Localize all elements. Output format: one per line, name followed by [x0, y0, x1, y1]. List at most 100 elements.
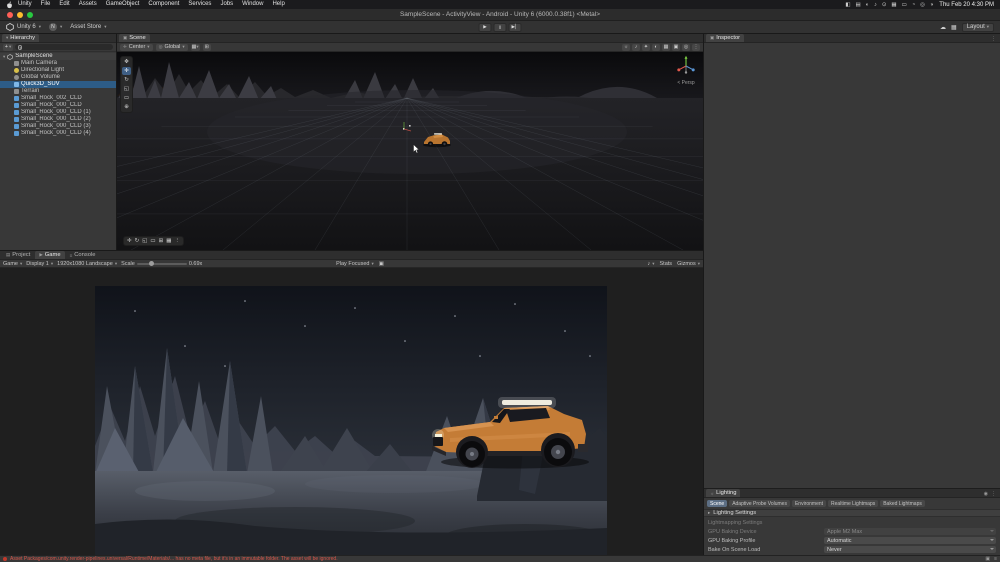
scale-slider[interactable] [137, 263, 187, 265]
rect-tool-icon[interactable]: ▭ [122, 94, 131, 102]
cloud-services-icon[interactable]: ☁ [940, 24, 946, 31]
hierarchy-item[interactable]: Small_Rock_000_CLD (3) [0, 123, 116, 130]
display-icon[interactable]: ▦ [891, 2, 896, 8]
hierarchy-item[interactable]: Small_Rock_000_CLD [0, 102, 116, 109]
scene-viewport[interactable]: ✥✛↻◱▭⊕ ✛↻◱▭⊞▦⋮ [117, 52, 703, 250]
layout-dropdown[interactable]: Layout ▾ [962, 23, 994, 32]
zoom-window-button[interactable] [27, 12, 33, 18]
hierarchy-item[interactable]: Directional Light [0, 67, 116, 74]
hierarchy-item[interactable]: Small_Rock_002_CLD [0, 95, 116, 102]
hierarchy-item[interactable]: Quick3D_SUV [0, 81, 116, 88]
property-value-dropdown[interactable]: Never [824, 546, 996, 553]
minimize-window-button[interactable] [17, 12, 23, 18]
scale-slider-knob[interactable] [149, 261, 154, 266]
tool-handle-position-dropdown[interactable]: ✛ Center ▾ [120, 44, 153, 51]
tab-project[interactable]: ▤ Project [2, 251, 34, 259]
hierarchy-item[interactable]: Small_Rock_000_CLD (2) [0, 116, 116, 123]
foldout-caret-icon[interactable]: ▾ [3, 53, 5, 60]
overlay-rotate-icon[interactable]: ↻ [135, 238, 140, 244]
unity-version-dropdown[interactable]: Unity 6 ▾ [6, 23, 41, 31]
add-gameobject-button[interactable]: +▾ [3, 44, 13, 51]
activity-icon[interactable]: ▣ [985, 556, 990, 562]
hierarchy-search-input[interactable] [15, 44, 113, 50]
overlay-grid-icon[interactable]: ▦ [166, 238, 171, 244]
scene-orientation-gizmo[interactable]: < Persp [675, 55, 697, 86]
lighting-tab-baked-lightmaps[interactable]: Baked Lightmaps [880, 500, 925, 507]
tab-scene[interactable]: ▣ Scene [119, 34, 150, 42]
menu-item[interactable]: Services [188, 0, 211, 9]
scene-visibility-icon[interactable]: ◐ [652, 44, 660, 51]
menu-item[interactable]: Component [148, 0, 179, 9]
menu-clock[interactable]: Thu Feb 20 4:30 PM [939, 2, 994, 8]
spotlight-icon[interactable]: ◎ [920, 2, 925, 8]
scene-grid-icon[interactable]: ▦ [662, 44, 670, 51]
lighting-menu-icon[interactable]: ⋮ [991, 491, 996, 497]
layers-grid-icon[interactable]: ▦ [951, 24, 957, 31]
hierarchy-item[interactable]: Global Volume [0, 74, 116, 81]
tab-game[interactable]: ▶ Game [35, 251, 64, 259]
overlay-snap-icon[interactable]: ⊞ [159, 238, 164, 244]
pause-button[interactable]: ‖ [494, 23, 507, 32]
rotate-tool-icon[interactable]: ↻ [122, 76, 131, 84]
lighting-tab-realtime-lightmaps[interactable]: Realtime Lightmaps [828, 500, 878, 507]
move-tool-icon[interactable]: ✛ [122, 67, 131, 75]
display-dropdown[interactable]: Display 1▾ [26, 261, 53, 267]
keyboard-icon[interactable]: ▤ [856, 2, 861, 8]
screen-mirroring-icon[interactable]: ◧ [845, 2, 850, 8]
menu-item[interactable]: Jobs [220, 0, 233, 9]
hierarchy-item[interactable]: Small_Rock_000_CLD (1) [0, 109, 116, 116]
tab-inspector[interactable]: ▣ Inspector [706, 34, 744, 42]
status-message[interactable]: Asset Packages/com.unity.render-pipeline… [10, 556, 982, 562]
step-button[interactable]: ▶▏ [509, 23, 522, 32]
console-log-icon[interactable]: ≡ [994, 556, 997, 562]
apple-icon[interactable] [6, 1, 14, 9]
menu-item[interactable]: Help [272, 0, 284, 9]
menu-item[interactable]: GameObject [106, 0, 140, 9]
scene-audio-icon[interactable]: ♪ [632, 44, 640, 51]
battery-icon[interactable]: ▭ [902, 2, 907, 8]
overlay-scale-icon[interactable]: ◱ [142, 238, 147, 244]
bluetooth-icon[interactable]: ◐ [866, 2, 869, 8]
menu-item[interactable]: File [41, 0, 51, 9]
lighting-help-icon[interactable]: ◉ [984, 491, 988, 497]
grid-visibility-button[interactable]: ▦▾ [191, 44, 200, 51]
wifi-icon[interactable]: ◔ [912, 2, 915, 8]
property-value-dropdown[interactable]: Apple M2 Max [824, 528, 996, 535]
overlay-rect-icon[interactable]: ▭ [150, 238, 155, 244]
lighting-tab-adaptive-probe-volumes[interactable]: Adaptive Probe Volumes [729, 500, 790, 507]
tab-lighting[interactable]: ☼ Lighting [706, 489, 740, 497]
property-value-dropdown[interactable]: Automatic [824, 537, 996, 544]
hierarchy-scene-root[interactable]: ▾ SampleScene [0, 53, 116, 60]
view-tool-icon[interactable]: ✥ [122, 58, 131, 66]
control-center-icon[interactable]: ◑ [930, 2, 933, 8]
account-dropdown[interactable]: N ▾ [49, 23, 62, 31]
lighting-tab-environment[interactable]: Environment [792, 500, 826, 507]
asset-store-button[interactable]: Asset Store ▾ [70, 24, 106, 30]
menu-item[interactable]: Window [242, 0, 263, 9]
play-focused-dropdown[interactable]: Play Focused▾ [336, 261, 374, 267]
game-mode-dropdown[interactable]: Game▾ [3, 261, 22, 267]
stats-button[interactable]: Stats [660, 261, 673, 267]
transform-tool-icon[interactable]: ⊕ [122, 103, 131, 111]
snap-settings-button[interactable]: ⊞ [203, 44, 211, 51]
lighting-settings-foldout[interactable]: ▸ Lighting Settings [704, 509, 1000, 517]
close-window-button[interactable] [7, 12, 13, 18]
scene-lighting-icon[interactable]: ☼ [622, 44, 630, 51]
tab-hierarchy[interactable]: ▾ Hierarchy [2, 34, 39, 42]
tool-handle-rotation-dropdown[interactable]: ◎ Global ▾ [156, 44, 188, 51]
scale-tool-icon[interactable]: ◱ [122, 85, 131, 93]
overlay-more-icon[interactable]: ⋮ [174, 238, 180, 244]
persp-label[interactable]: < Persp [675, 80, 697, 86]
time-machine-icon[interactable]: ⊙ [882, 2, 887, 8]
hierarchy-item[interactable]: Small_Rock_000_CLD (4) [0, 130, 116, 137]
resolution-dropdown[interactable]: 1920x1080 Landscape▾ [57, 261, 117, 267]
overlay-move-icon[interactable]: ✛ [127, 238, 132, 244]
hierarchy-item[interactable]: Main Camera [0, 60, 116, 67]
game-viewport[interactable] [0, 268, 703, 555]
lighting-tab-scene[interactable]: Scene [707, 500, 727, 507]
sound-icon[interactable]: ♪ [874, 2, 877, 8]
status-bar[interactable]: Asset Packages/com.unity.render-pipeline… [0, 555, 1000, 562]
play-button[interactable]: ▶ [479, 23, 492, 32]
tab-console[interactable]: ≡ Console [66, 251, 100, 259]
scene-camera-icon[interactable]: ▣ [672, 44, 680, 51]
